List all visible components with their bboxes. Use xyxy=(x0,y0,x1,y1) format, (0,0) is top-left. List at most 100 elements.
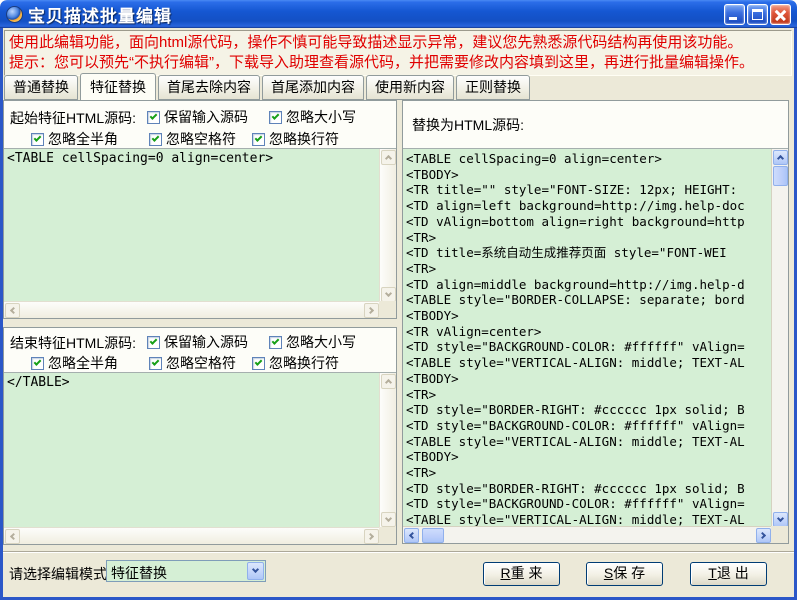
button-accel: T xyxy=(708,565,717,581)
code-line: <TBODY> xyxy=(406,167,768,183)
scroll-up-button[interactable] xyxy=(381,150,396,165)
checkbox-checked-icon xyxy=(269,336,282,349)
code-line: <TABLE style="VERTICAL-ALIGN: middle; TE… xyxy=(406,434,768,450)
end-feature-group: 结束特征HTML源码: 保留输入源码 忽略大小写 忽略全半角 忽略空格符 xyxy=(3,327,397,545)
vertical-scrollbar[interactable] xyxy=(379,149,396,303)
edit-mode-select[interactable]: 特征替换 xyxy=(106,560,266,582)
scroll-up-button[interactable] xyxy=(773,150,788,165)
tab-normal-replace[interactable]: 普通替换 xyxy=(4,75,78,100)
start-feature-code-editor[interactable]: <TABLE cellSpacing=0 align=center> xyxy=(4,148,396,303)
chevron-up-icon xyxy=(384,379,391,386)
checkbox-checked-icon xyxy=(252,133,265,146)
horizontal-scrollbar[interactable] xyxy=(4,301,380,318)
checkbox-checked-icon xyxy=(147,336,160,349)
footer-separator xyxy=(3,551,794,553)
checkbox-label: 忽略空格符 xyxy=(166,129,236,149)
code-line: <TD style="BACKGROUND-COLOR: #ffffff" vA… xyxy=(406,418,768,434)
end-feature-code-editor[interactable]: </TABLE> xyxy=(4,372,396,528)
vertical-scrollbar[interactable] xyxy=(379,373,396,528)
tab-use-new-content[interactable]: 使用新内容 xyxy=(366,75,454,100)
code-line: <TD title=系统自动生成推荐页面 style="FONT-WEI xyxy=(406,245,768,261)
checkbox-ignore-case-end[interactable]: 忽略大小写 xyxy=(269,332,356,352)
scroll-down-button[interactable] xyxy=(773,512,788,527)
replace-code-editor[interactable]: <TABLE cellSpacing=0 align=center><TBODY… xyxy=(403,148,788,528)
checkbox-label: 保留输入源码 xyxy=(164,107,248,127)
redo-button[interactable]: R重 来 xyxy=(483,562,560,586)
tab-strip-head-tail[interactable]: 首尾去除内容 xyxy=(158,75,260,100)
checkbox-keep-input-source-start[interactable]: 保留输入源码 xyxy=(147,107,248,127)
scrollbar-corner xyxy=(771,526,788,543)
code-line: <TR title="" style="FONT-SIZE: 12px; HEI… xyxy=(406,182,768,198)
checkbox-label: 忽略换行符 xyxy=(269,129,339,149)
checkbox-label: 忽略大小写 xyxy=(286,332,356,352)
start-feature-header: 起始特征HTML源码: 保留输入源码 忽略大小写 忽略全半角 忽略空格符 xyxy=(4,101,396,148)
scroll-up-button[interactable] xyxy=(381,374,396,389)
button-label: 保 存 xyxy=(613,565,645,581)
scroll-down-button[interactable] xyxy=(381,287,396,302)
end-feature-header: 结束特征HTML源码: 保留输入源码 忽略大小写 忽略全半角 忽略空格符 xyxy=(4,328,396,372)
code-line: <TR> xyxy=(406,465,768,481)
tab-feature-replace[interactable]: 特征替换 xyxy=(80,73,156,100)
end-feature-code[interactable]: </TABLE> xyxy=(7,375,376,528)
chevron-down-icon xyxy=(384,514,391,521)
code-line: <TABLE style="VERTICAL-ALIGN: middle; TE… xyxy=(406,355,768,371)
scroll-left-button[interactable] xyxy=(5,529,20,544)
chevron-right-icon xyxy=(758,531,765,538)
checkbox-ignore-fullwidth-start[interactable]: 忽略全半角 xyxy=(31,129,118,149)
maximize-button[interactable] xyxy=(747,4,768,25)
chevron-up-icon xyxy=(776,155,783,162)
scroll-left-button[interactable] xyxy=(404,528,419,543)
replace-code[interactable]: <TABLE cellSpacing=0 align=center><TBODY… xyxy=(406,151,768,528)
tab-strip: 普通替换 特征替换 首尾去除内容 首尾添加内容 使用新内容 正则替换 xyxy=(4,79,532,100)
checkbox-ignore-case-start[interactable]: 忽略大小写 xyxy=(269,107,356,127)
chevron-left-icon xyxy=(10,532,17,539)
button-accel: R xyxy=(500,565,510,581)
checkbox-checked-icon xyxy=(252,357,265,370)
code-line: <TD style="BACKGROUND-COLOR: #ffffff" vA… xyxy=(406,496,768,512)
warning-line-2: 提示：您可以预先“不执行编辑”，下载导入助理查看源代码，并把需要修改内容填到这里… xyxy=(9,53,787,73)
checkbox-ignore-fullwidth-end[interactable]: 忽略全半角 xyxy=(31,353,118,373)
scroll-right-button[interactable] xyxy=(364,303,379,318)
checkbox-label: 忽略全半角 xyxy=(48,129,118,149)
checkbox-label: 忽略全半角 xyxy=(48,353,118,373)
scrollbar-thumb[interactable] xyxy=(773,166,788,186)
dialog-body: 使用此编辑功能，面向html源代码，操作不慎可能导致描述显示异常，建议您先熟悉源… xyxy=(0,28,797,600)
scrollbar-thumb[interactable] xyxy=(422,528,444,543)
horizontal-scrollbar[interactable] xyxy=(4,527,380,544)
save-button[interactable]: S保 存 xyxy=(586,562,663,586)
tab-add-head-tail[interactable]: 首尾添加内容 xyxy=(262,75,364,100)
scroll-down-button[interactable] xyxy=(381,512,396,527)
button-accel: S xyxy=(604,565,613,581)
scroll-right-button[interactable] xyxy=(756,528,771,543)
close-button[interactable] xyxy=(770,4,791,25)
checkbox-ignore-linebreaks-end[interactable]: 忽略换行符 xyxy=(252,353,339,373)
chevron-right-icon xyxy=(366,532,373,539)
scroll-right-button[interactable] xyxy=(364,529,379,544)
start-feature-label: 起始特征HTML源码: xyxy=(10,108,136,128)
checkbox-ignore-spaces-end[interactable]: 忽略空格符 xyxy=(149,353,236,373)
checkbox-ignore-linebreaks-start[interactable]: 忽略换行符 xyxy=(252,129,339,149)
checkbox-label: 忽略换行符 xyxy=(269,353,339,373)
horizontal-scrollbar[interactable] xyxy=(403,526,772,543)
chevron-left-icon xyxy=(10,306,17,313)
chevron-left-icon xyxy=(409,531,416,538)
tab-regex-replace[interactable]: 正则替换 xyxy=(456,75,530,100)
title-bar[interactable]: 宝贝描述批量编辑 xyxy=(0,0,797,28)
chevron-up-icon xyxy=(384,155,391,162)
checkbox-checked-icon xyxy=(149,357,162,370)
vertical-scrollbar[interactable] xyxy=(771,149,788,528)
exit-button[interactable]: T退 出 xyxy=(690,562,767,586)
replace-html-group: 替换为HTML源码: <TABLE cellSpacing=0 align=ce… xyxy=(402,100,789,544)
button-label: 退 出 xyxy=(717,565,749,581)
combo-dropdown-button[interactable] xyxy=(247,562,264,580)
scrollbar-corner xyxy=(379,301,396,318)
scroll-left-button[interactable] xyxy=(5,303,20,318)
checkbox-label: 忽略大小写 xyxy=(286,107,356,127)
checkbox-ignore-spaces-start[interactable]: 忽略空格符 xyxy=(149,129,236,149)
code-line: <TD style="BACKGROUND-COLOR: #ffffff" vA… xyxy=(406,339,768,355)
checkbox-label: 保留输入源码 xyxy=(164,332,248,352)
checkbox-keep-input-source-end[interactable]: 保留输入源码 xyxy=(147,332,248,352)
chevron-down-icon xyxy=(384,289,391,296)
start-feature-code[interactable]: <TABLE cellSpacing=0 align=center> xyxy=(7,151,376,303)
minimize-button[interactable] xyxy=(724,4,745,25)
